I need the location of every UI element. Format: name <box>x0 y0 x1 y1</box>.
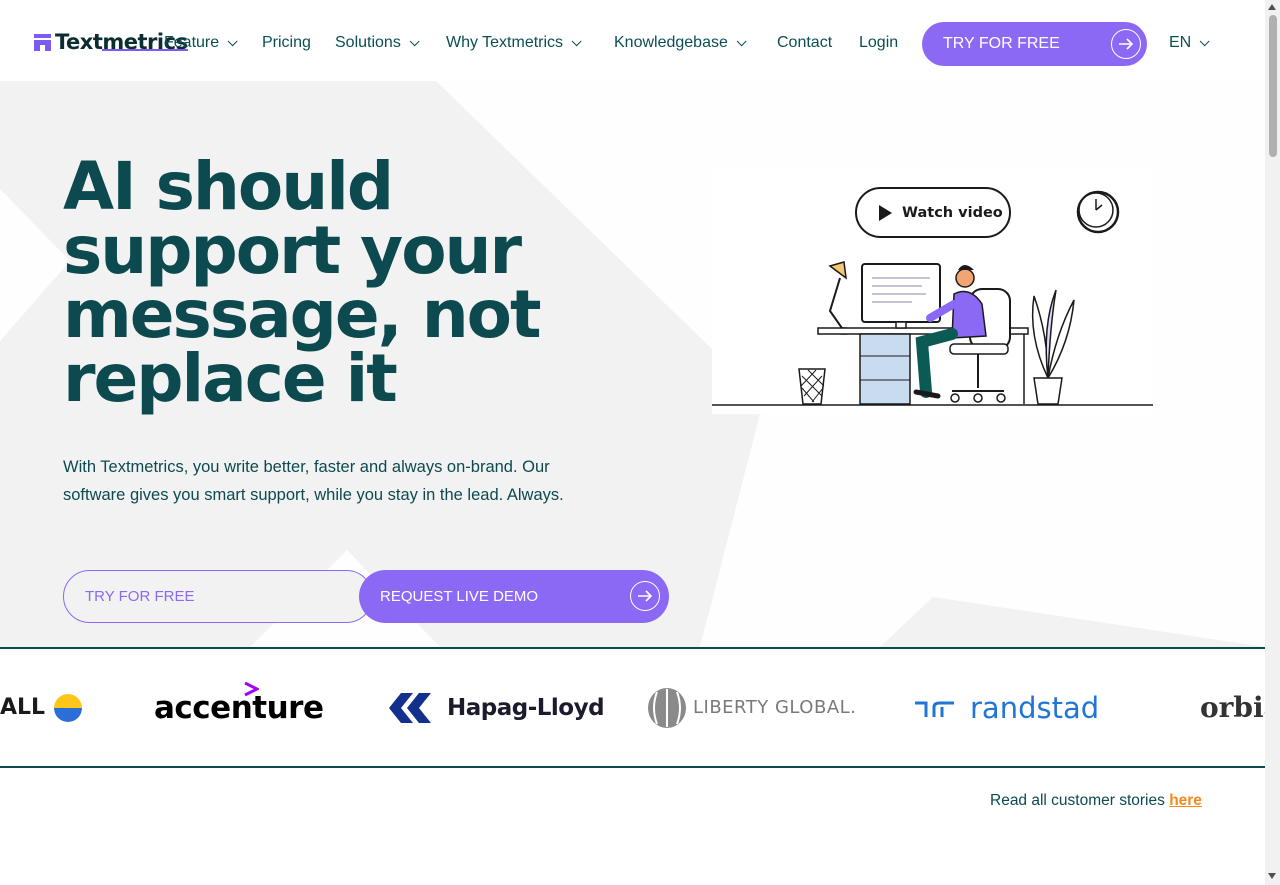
liberty-global-logo-text: LIBERTY GLOBAL. <box>693 697 857 718</box>
nav-contact[interactable]: Contact <box>777 34 832 52</box>
nav-pricing[interactable]: Pricing <box>262 34 311 52</box>
nav-solutions-label: Solutions <box>335 34 401 51</box>
nav-knowledgebase-label: Knowledgebase <box>614 34 728 51</box>
request-demo-label: REQUEST LIVE DEMO <box>380 588 539 605</box>
customer-stories-line: Read all customer stories here <box>990 792 1202 810</box>
liberty-global-mark-icon <box>648 687 686 728</box>
logo-partial-text: ALL <box>0 695 46 720</box>
orbia-logo-text: orbia <box>1200 691 1265 724</box>
nav-feature[interactable]: Feature <box>164 34 238 52</box>
scroll-down-arrow-icon[interactable] <box>1268 873 1276 879</box>
headline-line: message, not <box>63 276 542 353</box>
customer-logo-hapag-lloyd: Hapag-Lloyd <box>389 649 605 766</box>
arrow-right-icon <box>1111 29 1141 59</box>
chevron-down-icon <box>409 35 420 46</box>
accenture-chevron-icon <box>244 682 259 696</box>
nav-knowledgebase[interactable]: Knowledgebase <box>614 34 747 52</box>
headline-line: replace it <box>63 340 398 417</box>
hero-subtext: With Textmetrics, you write better, fast… <box>63 458 564 504</box>
customer-logos-strip: ALL accenture Hapag-Lloyd LIBERTY GLOBAL… <box>0 647 1265 768</box>
hapag-lloyd-logo-text: Hapag-Lloyd <box>447 694 605 721</box>
video-thumbnail[interactable]: Watch video <box>712 166 1153 414</box>
nav-pricing-label: Pricing <box>262 34 311 51</box>
hero-try-free-button[interactable]: TRY FOR FREE <box>63 570 373 623</box>
language-label: EN <box>1169 34 1192 51</box>
customer-stories-link[interactable]: here <box>1169 792 1202 809</box>
nav-login-label: Login <box>859 34 899 51</box>
randstad-logo-text: randstad <box>970 690 1100 725</box>
chevron-down-icon <box>227 35 238 46</box>
randstad-mark-icon <box>915 701 954 717</box>
nav-feature-label: Feature <box>164 34 220 51</box>
headline-line: support your <box>63 212 522 289</box>
headline-line: AI should <box>63 148 394 225</box>
scroll-up-arrow-icon[interactable] <box>1268 4 1276 10</box>
customer-stories-text: Read all customer stories <box>990 792 1170 809</box>
hero-headline: AI should support your message, not repl… <box>63 148 623 417</box>
page-scrollbar[interactable] <box>1265 0 1280 885</box>
hero-try-free-label: TRY FOR FREE <box>85 588 195 605</box>
clock-icon <box>1076 190 1120 234</box>
circle-logo-icon <box>54 693 83 722</box>
accenture-logo-text: accenture <box>154 689 324 726</box>
nav-contact-label: Contact <box>777 34 833 51</box>
hapag-lloyd-mark-icon <box>389 692 431 723</box>
site-header: Textmetrics Feature Pricing Solutions Wh… <box>0 0 1265 81</box>
customer-logo-accenture: accenture <box>154 649 324 766</box>
header-try-free-label: TRY FOR FREE <box>943 35 1060 52</box>
chevron-down-icon <box>736 35 747 46</box>
customer-logo-partial: ALL <box>0 649 83 766</box>
request-demo-button[interactable]: REQUEST LIVE DEMO <box>359 570 669 623</box>
logo-mark-icon <box>34 33 51 51</box>
nav-why-label: Why Textmetrics <box>446 34 564 51</box>
nav-why-textmetrics[interactable]: Why Textmetrics <box>446 34 582 52</box>
nav-solutions[interactable]: Solutions <box>335 34 420 52</box>
customer-logo-randstad: randstad <box>914 649 1099 766</box>
scroll-thumb[interactable] <box>1269 15 1277 157</box>
nav-login[interactable]: Login <box>859 34 898 52</box>
header-try-free-button[interactable]: TRY FOR FREE <box>922 22 1147 66</box>
customer-logo-liberty-global: LIBERTY GLOBAL. <box>647 649 856 766</box>
customer-logo-orbia: orbia <box>1200 649 1265 766</box>
arrow-right-icon <box>630 581 660 611</box>
person-at-desk-illustration <box>712 190 1153 406</box>
hero-section: AI should support your message, not repl… <box>0 81 1265 647</box>
language-selector[interactable]: EN <box>1169 34 1210 52</box>
chevron-down-icon <box>571 35 582 46</box>
chevron-down-icon <box>1199 35 1210 46</box>
